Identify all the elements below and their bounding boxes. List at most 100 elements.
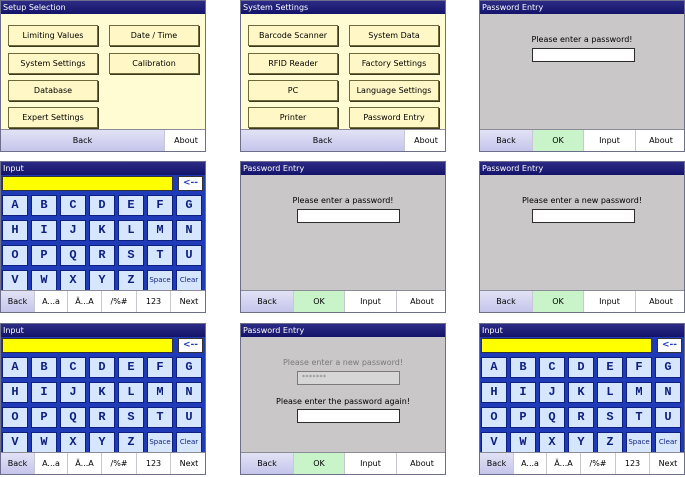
key-g[interactable]: G [655, 357, 681, 378]
key-d[interactable]: D [568, 357, 594, 378]
numbers-toggle-button[interactable]: 123 [136, 453, 170, 474]
key-s[interactable]: S [597, 407, 623, 428]
key-z[interactable]: Z [118, 270, 144, 291]
password-input[interactable] [297, 209, 400, 223]
key-y[interactable]: Y [89, 270, 115, 291]
next-button[interactable]: Next [170, 291, 205, 312]
next-button[interactable]: Next [170, 453, 205, 474]
key-w[interactable]: W [510, 432, 536, 453]
key-b[interactable]: B [510, 357, 536, 378]
key-r[interactable]: R [568, 407, 594, 428]
key-z[interactable]: Z [118, 432, 144, 453]
key-j[interactable]: J [60, 220, 86, 241]
key-x[interactable]: X [60, 432, 86, 453]
numbers-toggle-button[interactable]: 123 [136, 291, 170, 312]
key-x[interactable]: X [60, 270, 86, 291]
calibration-button[interactable]: Calibration [109, 53, 199, 74]
key-y[interactable]: Y [89, 432, 115, 453]
key-p[interactable]: P [31, 407, 57, 428]
key-b[interactable]: B [31, 357, 57, 378]
ok-button[interactable]: OK [293, 453, 344, 474]
key-l[interactable]: L [118, 220, 144, 241]
umlaut-toggle-button[interactable]: Ä...A [67, 453, 101, 474]
key-t[interactable]: T [626, 407, 652, 428]
key-k[interactable]: K [89, 220, 115, 241]
backspace-button[interactable]: <-- [178, 176, 203, 191]
key-n[interactable]: N [655, 382, 681, 403]
back-button[interactable]: Back [1, 291, 34, 312]
key-j[interactable]: J [539, 382, 565, 403]
key-w[interactable]: W [31, 270, 57, 291]
ok-button[interactable]: OK [532, 130, 583, 151]
key-w[interactable]: W [31, 432, 57, 453]
back-button[interactable]: Back [241, 291, 293, 312]
key-g[interactable]: G [176, 195, 202, 216]
key-i[interactable]: I [510, 382, 536, 403]
key-v[interactable]: V [2, 432, 28, 453]
key-c[interactable]: C [60, 195, 86, 216]
key-m[interactable]: M [147, 382, 173, 403]
back-button[interactable]: Back [1, 453, 34, 474]
back-button[interactable]: Back [1, 130, 164, 151]
key-y[interactable]: Y [568, 432, 594, 453]
key-m[interactable]: M [626, 382, 652, 403]
text-input-field[interactable] [481, 338, 652, 353]
umlaut-toggle-button[interactable]: Ä...A [546, 453, 580, 474]
numbers-toggle-button[interactable]: 123 [615, 453, 649, 474]
key-o[interactable]: O [2, 245, 28, 266]
key-c[interactable]: C [539, 357, 565, 378]
key-space[interactable]: Space [147, 432, 173, 453]
system-data-button[interactable]: System Data [349, 25, 439, 46]
symbols-toggle-button[interactable]: /%# [580, 453, 615, 474]
key-s[interactable]: S [118, 407, 144, 428]
key-e[interactable]: E [118, 357, 144, 378]
printer-button[interactable]: Printer [248, 107, 338, 128]
lowercase-toggle-button[interactable]: A...a [34, 453, 67, 474]
backspace-button[interactable]: <-- [178, 338, 203, 353]
key-space[interactable]: Space [626, 432, 652, 453]
key-p[interactable]: P [510, 407, 536, 428]
key-space[interactable]: Space [147, 270, 173, 291]
key-a[interactable]: A [2, 357, 28, 378]
key-q[interactable]: Q [60, 245, 86, 266]
pc-button[interactable]: PC [248, 80, 338, 101]
key-a[interactable]: A [481, 357, 507, 378]
key-h[interactable]: H [2, 382, 28, 403]
barcode-scanner-button[interactable]: Barcode Scanner [248, 25, 338, 46]
input-button[interactable]: Input [583, 291, 635, 312]
key-clear[interactable]: Clear [655, 432, 681, 453]
date-time-button[interactable]: Date / Time [109, 25, 199, 46]
backspace-button[interactable]: <-- [657, 338, 682, 353]
key-f[interactable]: F [147, 357, 173, 378]
key-u[interactable]: U [176, 245, 202, 266]
new-password-input[interactable] [532, 209, 635, 223]
system-settings-button[interactable]: System Settings [8, 53, 98, 74]
key-n[interactable]: N [176, 220, 202, 241]
umlaut-toggle-button[interactable]: Ä...A [67, 291, 101, 312]
key-r[interactable]: R [89, 407, 115, 428]
about-button[interactable]: About [635, 291, 684, 312]
key-g[interactable]: G [176, 357, 202, 378]
key-v[interactable]: V [2, 270, 28, 291]
input-button[interactable]: Input [583, 130, 635, 151]
input-button[interactable]: Input [344, 453, 396, 474]
back-button[interactable]: Back [480, 130, 532, 151]
key-u[interactable]: U [176, 407, 202, 428]
about-button[interactable]: About [635, 130, 684, 151]
key-q[interactable]: Q [539, 407, 565, 428]
key-v[interactable]: V [481, 432, 507, 453]
key-s[interactable]: S [118, 245, 144, 266]
key-m[interactable]: M [147, 220, 173, 241]
key-r[interactable]: R [89, 245, 115, 266]
symbols-toggle-button[interactable]: /%# [101, 453, 136, 474]
text-input-field[interactable] [2, 176, 173, 191]
password-entry-button[interactable]: Password Entry [349, 107, 439, 128]
key-i[interactable]: I [31, 382, 57, 403]
back-button[interactable]: Back [241, 453, 293, 474]
about-button[interactable]: About [404, 130, 445, 151]
about-button[interactable]: About [164, 130, 205, 151]
input-button[interactable]: Input [344, 291, 396, 312]
key-o[interactable]: O [2, 407, 28, 428]
ok-button[interactable]: OK [532, 291, 583, 312]
key-clear[interactable]: Clear [176, 270, 202, 291]
